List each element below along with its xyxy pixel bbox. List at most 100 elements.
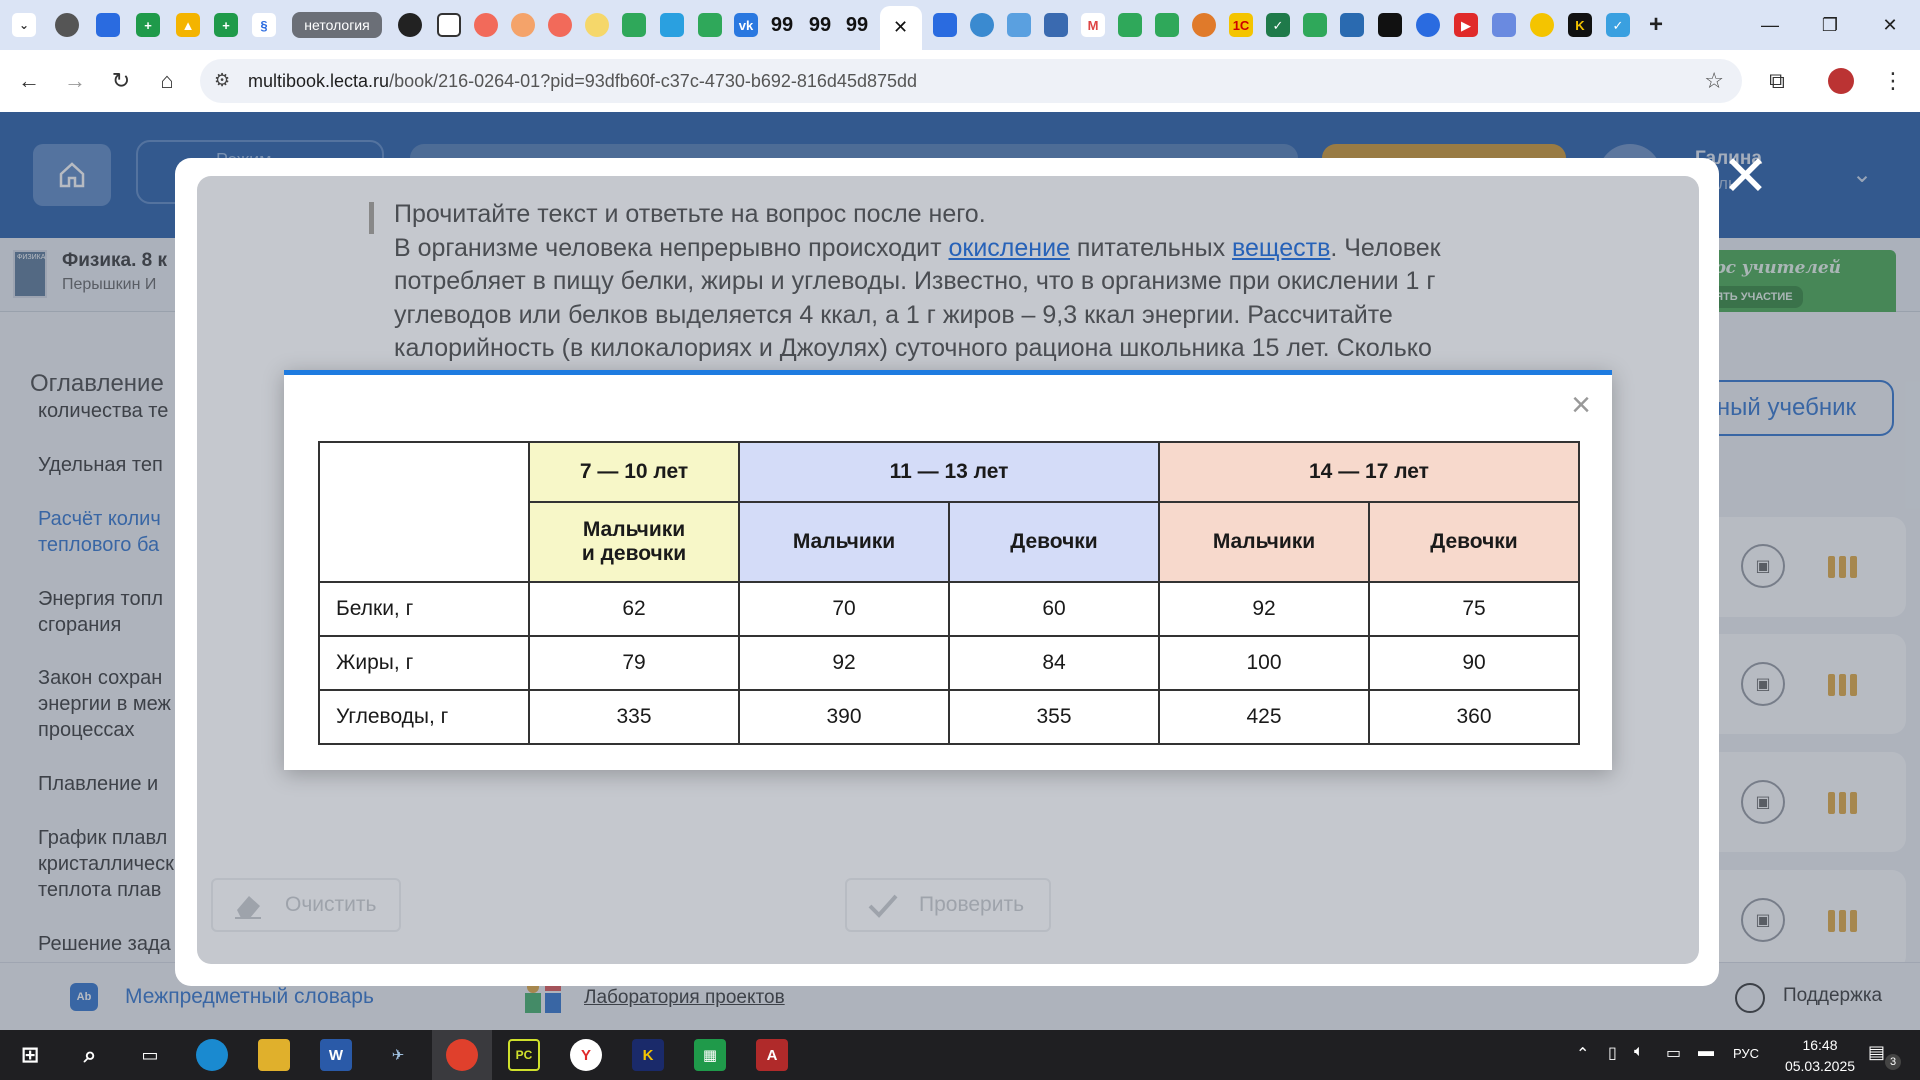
k-app-icon[interactable]: K (632, 1039, 664, 1071)
profile-avatar[interactable] (1828, 68, 1854, 94)
tray-usb-icon[interactable]: ▯ (1608, 1043, 1617, 1063)
clear-button[interactable]: Очистить (211, 878, 401, 932)
tab-close-icon[interactable]: ✕ (893, 17, 908, 38)
tab-favicon-icon[interactable] (970, 13, 994, 37)
app-icon[interactable]: ✈ (382, 1039, 414, 1071)
home-icon[interactable]: ⌂ (150, 64, 184, 98)
volume-icon[interactable]: 🔈︎ (1634, 1043, 1644, 1061)
age-group-header: 11 — 13 лет (738, 441, 1160, 503)
restore-button[interactable]: ❐ (1800, 0, 1860, 50)
table-cell: 84 (948, 635, 1160, 691)
pycharm-icon[interactable]: PC (508, 1039, 540, 1071)
address-bar[interactable]: ⚙ multibook.lecta.ru/book/216-0264-01?pi… (200, 59, 1742, 103)
table-cell: 90 (1368, 635, 1580, 691)
nutrition-table: 7 — 10 лет 11 — 13 лет 14 — 17 лет Мальч… (318, 441, 1580, 745)
tab-favicon-github-icon[interactable] (398, 13, 422, 37)
file-explorer-icon[interactable] (258, 1039, 290, 1071)
task-paragraph: В организме человека непрерывно происход… (394, 233, 1441, 363)
notifications-icon[interactable]: ▤ (1868, 1042, 1885, 1063)
task-body: Прочитайте текст и ответьте на вопрос по… (394, 198, 1544, 366)
tab-favicon-icon[interactable] (1378, 13, 1402, 37)
tab-favicon-icon[interactable] (1192, 13, 1216, 37)
table-cell: 79 (528, 635, 740, 691)
back-icon[interactable]: ← (12, 64, 46, 98)
chrome-icon[interactable] (446, 1039, 478, 1071)
check-button[interactable]: Проверить (845, 878, 1051, 932)
clock[interactable]: 16:48 05.03.2025 (1780, 1035, 1860, 1077)
tab-favicon-99-icon[interactable]: 99 (845, 13, 869, 37)
table-cell: 390 (738, 689, 950, 745)
extensions-icon[interactable]: ⧉ (1760, 64, 1794, 98)
tab-search-icon[interactable]: ⌄ (12, 13, 36, 37)
search-icon[interactable]: ⌕ (74, 1039, 106, 1071)
tab-favicon-99-icon[interactable]: 99 (808, 13, 832, 37)
tab-favicon-99-icon[interactable]: 99 (770, 13, 794, 37)
table-cell: 425 (1158, 689, 1370, 745)
yandex-browser-icon[interactable]: Y (570, 1039, 602, 1071)
tab-favicon-youtube-icon[interactable]: ▶ (1454, 13, 1478, 37)
browser-tab-strip: ⌄ + ▲ + § нетология vk 99 99 99 ✕ M 1С ✓… (0, 0, 1920, 50)
tab-favicon-yellow-icon[interactable] (585, 13, 609, 37)
language-indicator[interactable]: РУС (1733, 1046, 1759, 1061)
site-info-icon[interactable]: ⚙ (214, 70, 230, 91)
gender-header: Мальчики (1158, 501, 1370, 583)
tab-favicon-chat-icon[interactable] (660, 13, 684, 37)
tab-favicon-book-icon[interactable] (622, 13, 646, 37)
window-controls: — ❐ ✕ (1740, 0, 1920, 50)
menu-kebab-icon[interactable]: ⋮ (1876, 64, 1910, 98)
close-modal-button[interactable]: ✕ (1722, 148, 1769, 204)
bookmark-star-icon[interactable]: ☆ (1704, 68, 1724, 94)
tab-favicon-doc-icon[interactable]: § (252, 13, 276, 37)
new-tab-button[interactable]: + (1644, 13, 1668, 37)
tab-favicon-sheets-icon[interactable]: + (214, 13, 238, 37)
word-icon[interactable]: W (320, 1039, 352, 1071)
tab-favicon-blue-icon[interactable] (96, 13, 120, 37)
tab-favicon-check-icon[interactable]: ✓ (1266, 13, 1290, 37)
close-window-button[interactable]: ✕ (1860, 0, 1920, 50)
term-link[interactable]: веществ (1232, 234, 1330, 262)
tab-favicon-book-icon[interactable] (1155, 13, 1179, 37)
table-cell: 75 (1368, 581, 1580, 637)
active-tab[interactable]: ✕ (880, 6, 922, 50)
tab-favicon-sheets-icon[interactable]: + (136, 13, 160, 37)
tab-favicon-page-icon[interactable] (437, 13, 461, 37)
term-link[interactable]: окисление (948, 234, 1069, 262)
reload-icon[interactable]: ↻ (104, 64, 138, 98)
eraser-icon (235, 896, 261, 919)
tab-favicon-check-icon[interactable]: ✓ (1606, 13, 1630, 37)
tab-favicon-globe-icon[interactable] (55, 13, 79, 37)
close-lightbox-button[interactable]: × (1566, 388, 1596, 422)
table-corner-cell (318, 441, 530, 583)
tab-favicon-icon[interactable] (1530, 13, 1554, 37)
tab-favicon-orange-icon[interactable] (511, 13, 535, 37)
tab-favicon-book-icon[interactable] (1118, 13, 1142, 37)
tab-favicon-red-icon[interactable] (548, 13, 572, 37)
tab-favicon-red-icon[interactable] (474, 13, 498, 37)
minimize-button[interactable]: — (1740, 0, 1800, 50)
network-icon[interactable]: ▭ (1666, 1043, 1681, 1063)
windows-start-icon[interactable]: ⊞ (14, 1039, 46, 1071)
browser-toolbar: ← → ↻ ⌂ ⚙ multibook.lecta.ru/book/216-02… (0, 50, 1920, 112)
tab-favicon-icon[interactable] (933, 13, 957, 37)
edge-icon[interactable] (196, 1039, 228, 1071)
tab-favicon-icon[interactable] (1492, 13, 1516, 37)
forward-icon[interactable]: → (58, 64, 92, 98)
tab-favicon-icon[interactable] (1340, 13, 1364, 37)
access-icon[interactable]: A (756, 1039, 788, 1071)
tray-chevron-icon[interactable]: ⌃ (1576, 1044, 1589, 1064)
tab-favicon-icon[interactable] (1044, 13, 1068, 37)
tab-favicon-k-icon[interactable]: K (1568, 13, 1592, 37)
tab-netology[interactable]: нетология (292, 12, 382, 38)
tab-favicon-book-icon[interactable] (698, 13, 722, 37)
sheets-icon[interactable]: ▦ (694, 1039, 726, 1071)
battery-icon[interactable]: ▬ (1698, 1043, 1714, 1061)
tab-favicon-icon[interactable] (1007, 13, 1031, 37)
tab-favicon-gmail-icon[interactable]: M (1081, 13, 1105, 37)
tab-favicon-chat-icon[interactable] (1416, 13, 1440, 37)
tab-favicon-drive-icon[interactable]: ▲ (176, 13, 200, 37)
row-label: Белки, г (318, 581, 530, 637)
tab-favicon-book-icon[interactable] (1303, 13, 1327, 37)
tab-favicon-1c-icon[interactable]: 1С (1229, 13, 1253, 37)
tab-favicon-vk-icon[interactable]: vk (734, 13, 758, 37)
task-view-icon[interactable]: ▭ (134, 1039, 166, 1071)
